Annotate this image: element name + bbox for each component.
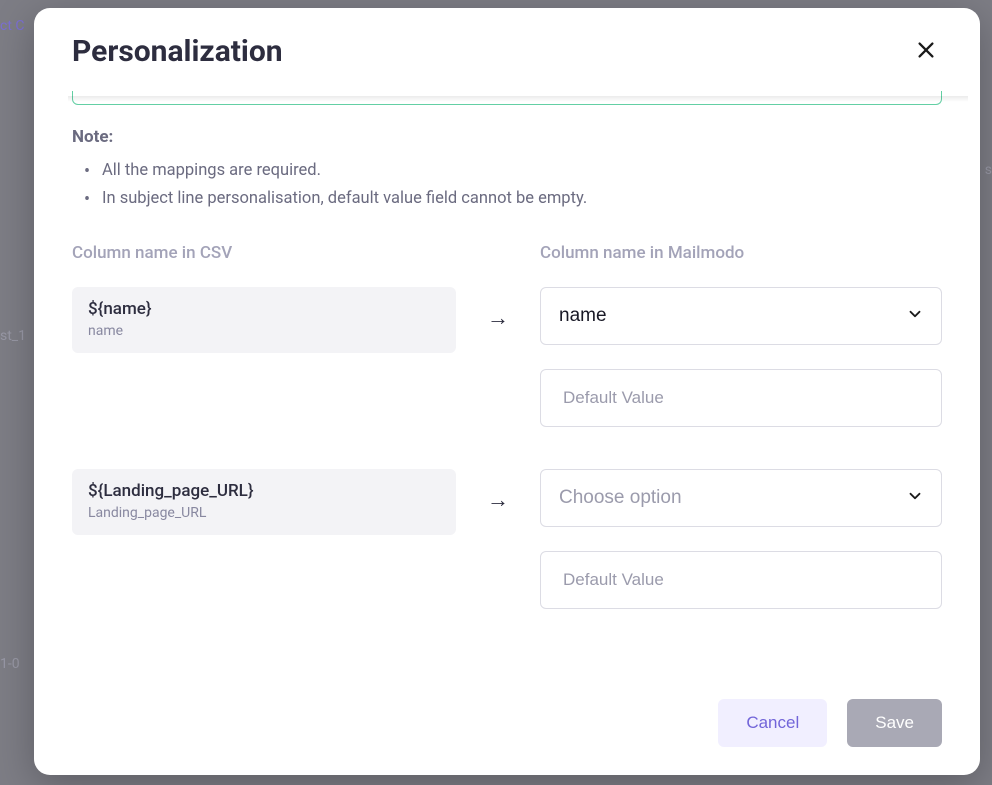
mapping-row: ${Landing_page_URL} Landing_page_URL → C… — [72, 469, 942, 609]
bg-text: st_1 — [0, 328, 26, 344]
arrow-right-icon: → — [487, 305, 509, 331]
mailmodo-column-header: Column name in Mailmodo — [540, 243, 744, 263]
modal-title: Personalization — [72, 34, 283, 69]
bg-text: 1-0 — [0, 656, 20, 672]
note-item: In subject line personalisation, default… — [102, 185, 942, 213]
mapping-columns-header: Column name in CSV Column name in Mailmo… — [72, 243, 942, 263]
default-value-input[interactable] — [540, 551, 942, 609]
select-placeholder: Choose option — [559, 487, 682, 509]
close-button[interactable] — [910, 36, 942, 68]
mapping-row: ${name} name → name — [72, 287, 942, 427]
bg-text: ct C — [0, 18, 25, 34]
mailmodo-col: name — [540, 287, 942, 427]
note-list: All the mappings are required. In subjec… — [72, 157, 942, 213]
default-value-input[interactable] — [540, 369, 942, 427]
note-section: Note: All the mappings are required. In … — [72, 127, 942, 213]
personalization-modal: Personalization Note: All the mappings a… — [34, 8, 980, 775]
csv-column-header: Column name in CSV — [72, 243, 540, 263]
close-icon — [915, 39, 937, 64]
bg-text: s — [985, 162, 992, 178]
select-value: name — [559, 305, 607, 327]
arrow-right-icon: → — [487, 487, 509, 513]
csv-field-box: ${Landing_page_URL} Landing_page_URL — [72, 469, 456, 535]
csv-template-label: ${Landing_page_URL} — [88, 481, 440, 501]
csv-field-name: name — [88, 323, 440, 339]
csv-field-box: ${name} name — [72, 287, 456, 353]
note-title: Note: — [72, 127, 942, 147]
csv-template-label: ${name} — [88, 299, 440, 319]
modal-header: Personalization — [34, 8, 980, 91]
arrow-col: → — [456, 287, 540, 331]
csv-field-name: Landing_page_URL — [88, 505, 440, 521]
modal-body: Note: All the mappings are required. In … — [34, 91, 980, 681]
modal-footer: Cancel Save — [34, 681, 980, 775]
arrow-col: → — [456, 469, 540, 513]
mailmodo-field-select[interactable]: name — [540, 287, 942, 345]
save-button[interactable]: Save — [847, 699, 942, 747]
mailmodo-col: Choose option — [540, 469, 942, 609]
mailmodo-field-select[interactable]: Choose option — [540, 469, 942, 527]
success-box-fragment — [72, 91, 942, 105]
cancel-button[interactable]: Cancel — [718, 699, 827, 747]
note-item: All the mappings are required. — [102, 157, 942, 185]
